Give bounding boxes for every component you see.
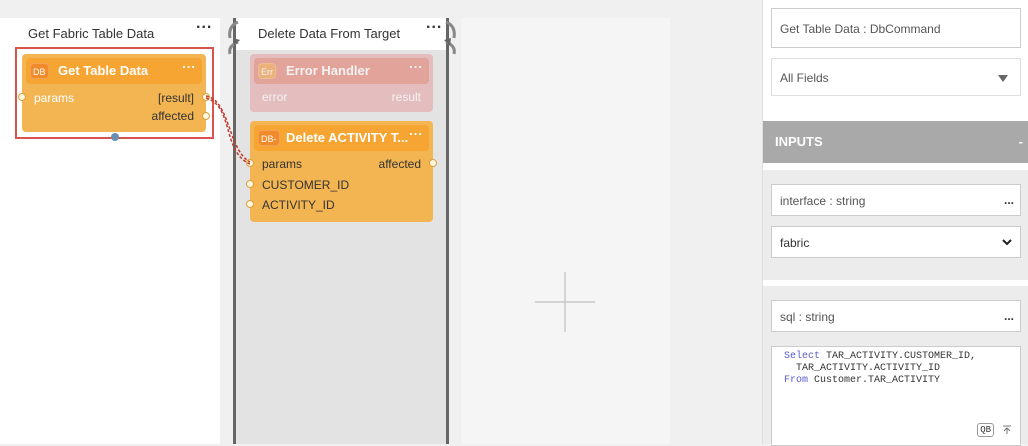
- interface-menu-icon[interactable]: ...: [1004, 184, 1014, 216]
- sql-text: Customer.TAR_ACTIVITY: [808, 375, 941, 386]
- actor-title: Error Handler: [286, 63, 370, 78]
- stage-title: Delete Data From Target: [236, 18, 446, 50]
- link-result-to-params-2: [205, 97, 251, 165]
- inputs-section-header[interactable]: INPUTS -: [763, 121, 1028, 163]
- error-icon: Err: [258, 63, 276, 79]
- actor-name-value: Get Table Data : DbCommand: [780, 22, 941, 36]
- input-port-label[interactable]: ACTIVITY_ID: [262, 196, 335, 214]
- input-port-label[interactable]: params: [34, 89, 74, 107]
- output-port-label[interactable]: [result]: [158, 89, 194, 107]
- input-port-dot[interactable]: [18, 93, 26, 101]
- interface-label-field[interactable]: interface : string ...: [771, 184, 1021, 216]
- sql-input-group: sql : string ... Select TAR_ACTIVITY.CUS…: [763, 286, 1028, 446]
- sql-line-1: Select TAR_ACTIVITY.CUSTOMER_ID,: [784, 351, 1020, 363]
- output-port-dot[interactable]: [429, 159, 437, 167]
- input-port-dot[interactable]: [246, 200, 254, 208]
- actor-get-table-data[interactable]: DB Get Table Data ... params [result] af…: [22, 54, 206, 132]
- stage-merge-arrows-icon[interactable]: [438, 20, 460, 56]
- actor-name-field[interactable]: Get Table Data : DbCommand: [771, 8, 1021, 48]
- stage-title: Get Fabric Table Data: [0, 18, 220, 50]
- add-stage-plus-icon[interactable]: [535, 272, 595, 332]
- actor-delete-activity[interactable]: DB- Delete ACTIVITY T... ... params affe…: [250, 121, 433, 222]
- actor-title: Get Table Data: [58, 63, 149, 78]
- sql-line-3: From Customer.TAR_ACTIVITY: [784, 375, 1020, 387]
- sql-editor[interactable]: Select TAR_ACTIVITY.CUSTOMER_ID, TAR_ACT…: [771, 346, 1021, 446]
- input-port-dot[interactable]: [246, 180, 254, 188]
- actor-header[interactable]: Err Error Handler ...: [254, 56, 429, 84]
- output-port-label[interactable]: affected: [379, 155, 421, 173]
- sql-label-field[interactable]: sql : string ...: [771, 300, 1021, 332]
- output-port-label[interactable]: affected: [152, 107, 194, 125]
- link-lines[interactable]: [200, 90, 260, 170]
- input-port-label[interactable]: CUSTOMER_ID: [262, 176, 349, 194]
- chevron-down-icon: [1002, 239, 1012, 246]
- port-row: params [result]: [22, 89, 206, 107]
- interface-label: interface : string: [780, 194, 866, 208]
- expand-icon[interactable]: [1002, 425, 1012, 435]
- port-row: params affected: [250, 155, 433, 173]
- sql-menu-icon[interactable]: ...: [1004, 300, 1014, 332]
- sql-text: TAR_ACTIVITY.CUSTOMER_ID,: [820, 351, 977, 362]
- port-row: affected: [22, 107, 206, 125]
- collapse-icon[interactable]: -: [1019, 121, 1023, 163]
- dropdown-caret-icon: [998, 75, 1008, 82]
- actor-error-handler[interactable]: Err Error Handler ... error result: [250, 54, 433, 112]
- input-port-label[interactable]: params: [262, 155, 302, 173]
- inputs-header-label: INPUTS: [775, 134, 823, 149]
- properties-panel: Get Table Data : DbCommand All Fields IN…: [762, 0, 1028, 446]
- sql-keyword: Select: [784, 351, 821, 362]
- fields-select-value: All Fields: [780, 71, 829, 85]
- actor-menu-icon[interactable]: ...: [409, 56, 423, 71]
- actor-header[interactable]: DB Get Table Data ...: [26, 56, 202, 84]
- port-row: CUSTOMER_ID: [250, 176, 433, 194]
- canvas-top-strip: [0, 0, 762, 18]
- sql-keyword: From: [784, 375, 809, 386]
- interface-input-group: interface : string ... fabric: [763, 170, 1028, 280]
- db-icon: DB-: [258, 130, 280, 146]
- port-row: error result: [250, 88, 433, 106]
- output-port-label[interactable]: result: [392, 88, 421, 106]
- port-row: ACTIVITY_ID: [250, 196, 433, 214]
- query-builder-button[interactable]: QB: [977, 423, 994, 437]
- fields-select[interactable]: All Fields: [771, 58, 1021, 96]
- stage-menu-icon[interactable]: ...: [196, 15, 212, 33]
- db-icon: DB: [30, 63, 49, 79]
- actor-menu-icon[interactable]: ...: [409, 123, 423, 138]
- actor-menu-icon[interactable]: ...: [182, 56, 196, 71]
- actor-header[interactable]: DB- Delete ACTIVITY T... ...: [254, 123, 429, 151]
- actor-title: Delete ACTIVITY T...: [286, 130, 409, 145]
- stage-bottom-handle[interactable]: [111, 133, 119, 141]
- input-port-label[interactable]: error: [262, 88, 287, 106]
- sql-label: sql : string: [780, 310, 835, 324]
- interface-select-value: fabric: [780, 236, 810, 250]
- stage-empty[interactable]: [461, 18, 670, 444]
- interface-select[interactable]: fabric: [771, 226, 1021, 258]
- sql-line-2: TAR_ACTIVITY.ACTIVITY_ID: [784, 363, 941, 374]
- link-result-to-params: [205, 95, 251, 163]
- stage-split-arrows-icon[interactable]: [224, 20, 246, 56]
